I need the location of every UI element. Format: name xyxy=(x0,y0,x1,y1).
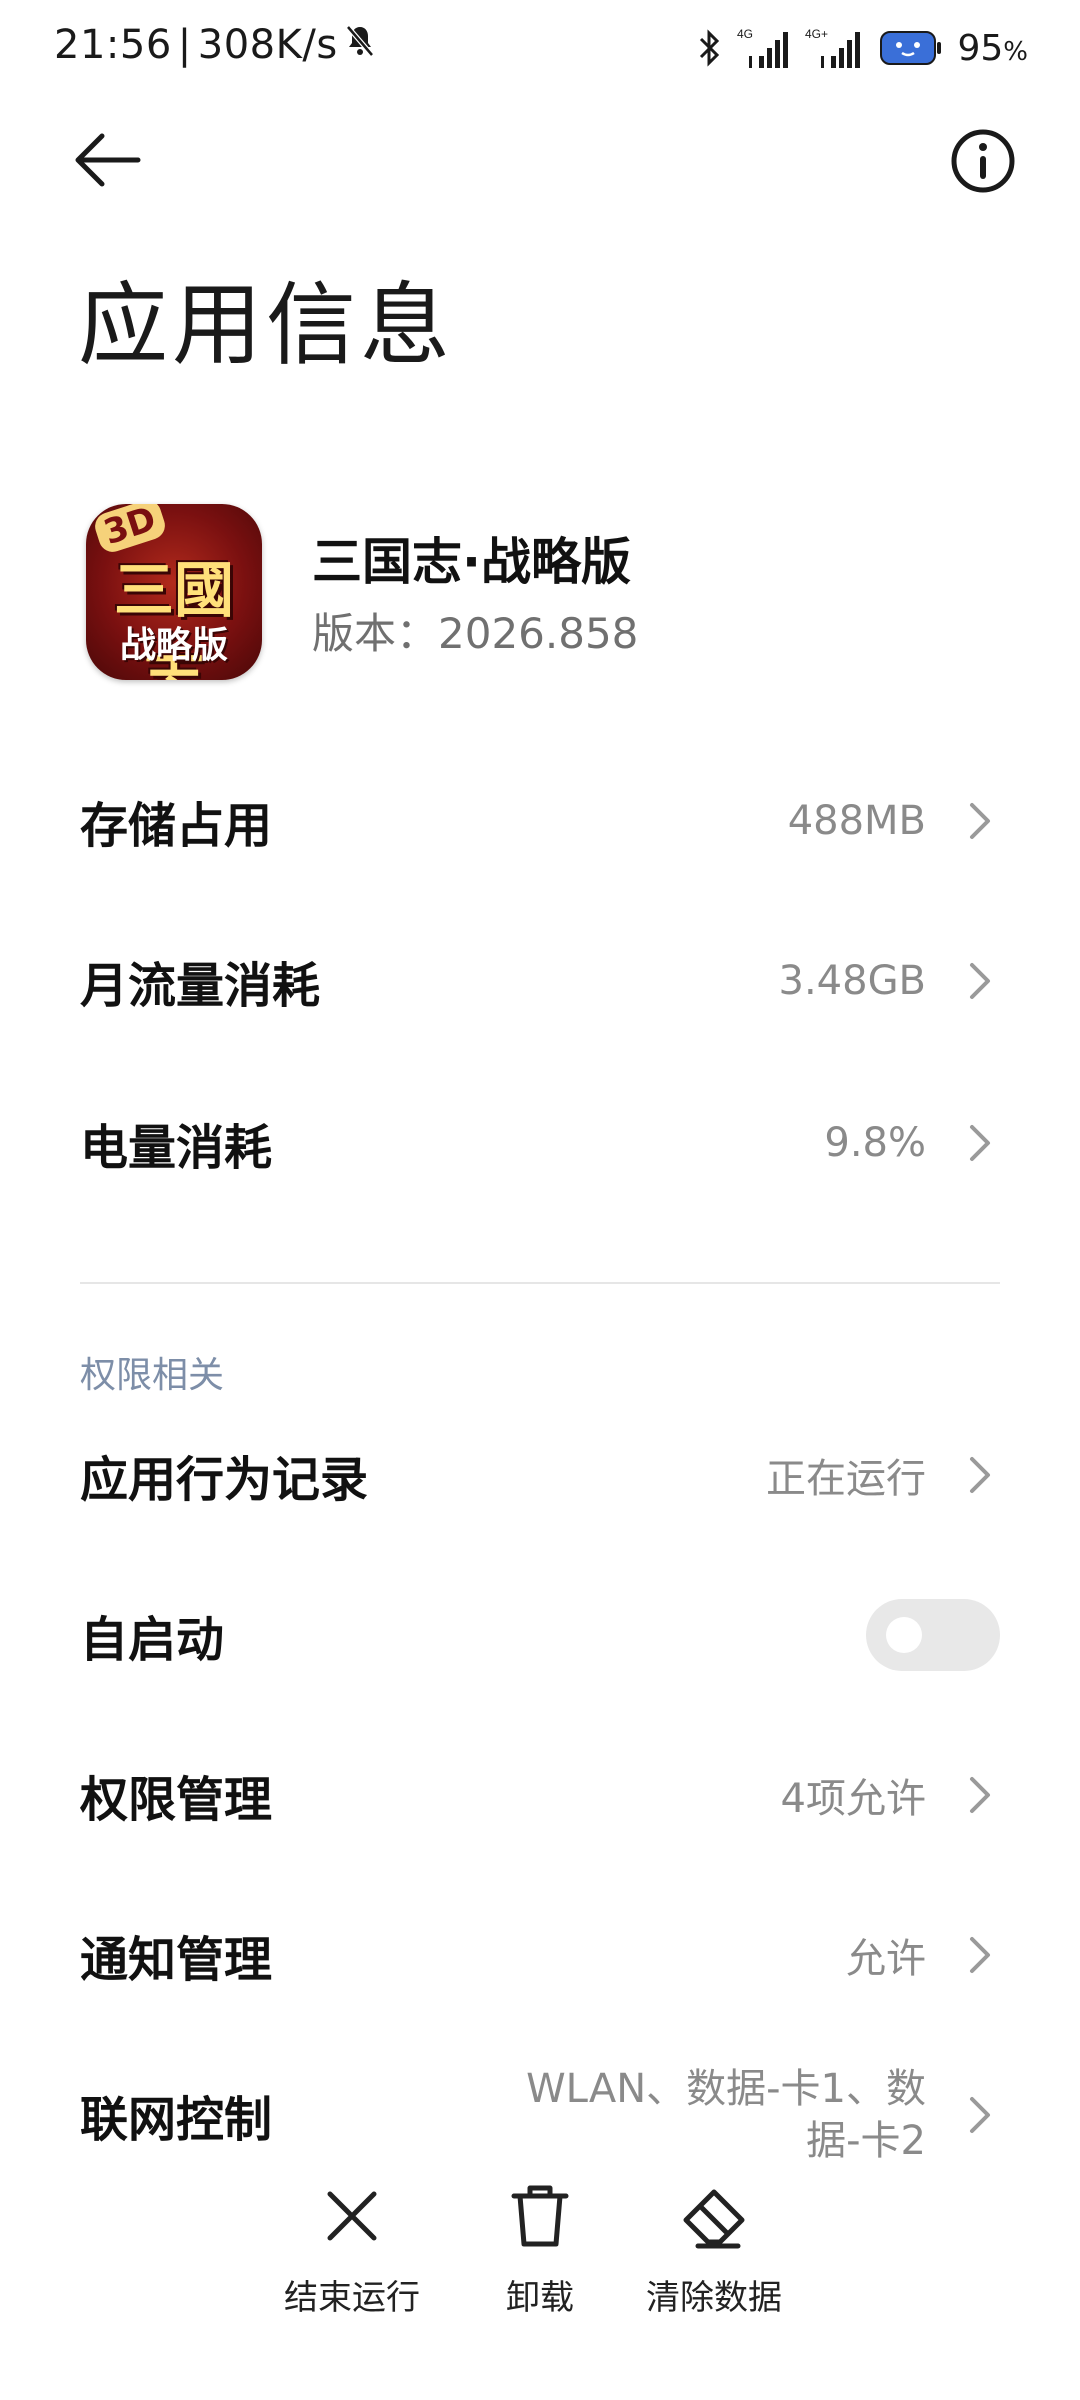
autostart-row: 自启动 xyxy=(0,1560,1080,1710)
autostart-toggle[interactable] xyxy=(866,1599,1000,1671)
battery-percent-value: 95 xyxy=(957,27,1004,69)
monthly-traffic-row[interactable]: 月流量消耗 3.48GB xyxy=(0,906,1080,1056)
uninstall-button[interactable]: 卸载 xyxy=(450,2180,630,2319)
chevron-right-icon xyxy=(960,1119,1000,1167)
permission-management-row[interactable]: 权限管理 4项允许 xyxy=(0,1720,1080,1870)
battery-usage-value: 9.8% xyxy=(824,1120,926,1166)
chevron-right-icon xyxy=(960,1931,1000,1979)
app-behavior-label: 应用行为记录 xyxy=(80,1452,369,1508)
status-net-speed: 308K/s xyxy=(197,22,338,68)
network-control-label: 联网控制 xyxy=(80,2092,273,2148)
notification-management-value: 允许 xyxy=(846,1936,926,1982)
status-right: 4G 4G+ 95% xyxy=(695,26,1028,70)
storage-value: 488MB xyxy=(787,798,926,844)
storage-row[interactable]: 存储占用 488MB xyxy=(0,746,1080,896)
monthly-traffic-value: 3.48GB xyxy=(778,958,927,1004)
monthly-traffic-label: 月流量消耗 xyxy=(80,958,321,1014)
permission-management-value: 4项允许 xyxy=(780,1776,926,1822)
info-icon[interactable] xyxy=(948,126,1018,196)
stop-label: 结束运行 xyxy=(284,2278,420,2318)
permissions-section-header: 权限相关 xyxy=(80,1355,225,1396)
app-behavior-value: 正在运行 xyxy=(766,1456,926,1502)
toggle-knob xyxy=(886,1617,922,1653)
app-version: 版本：2026.858 xyxy=(312,609,639,658)
chevron-right-icon xyxy=(960,957,1000,1005)
app-name: 三国志·战略版 xyxy=(312,533,631,591)
chevron-right-icon xyxy=(960,797,1000,845)
status-time: 21:56 xyxy=(54,22,172,68)
close-x-icon xyxy=(316,2180,388,2252)
chevron-right-icon xyxy=(960,1451,1000,1499)
clear-data-button[interactable]: 清除数据 xyxy=(624,2180,804,2319)
section-divider xyxy=(80,1282,1000,1284)
app-icon-subtitle: 战略版 xyxy=(119,625,228,666)
chevron-right-icon xyxy=(960,2091,1000,2139)
battery-icon xyxy=(879,28,943,68)
chevron-right-icon xyxy=(960,1771,1000,1819)
cell-signal-1-icon: 4G xyxy=(737,26,791,70)
uninstall-label: 卸载 xyxy=(506,2278,574,2318)
bottom-action-bar: 结束运行 卸载 清除数据 xyxy=(0,2180,1080,2340)
status-left: 21:56 | 308K/s xyxy=(54,22,376,68)
notification-management-label: 通知管理 xyxy=(80,1932,273,1988)
stop-button[interactable]: 结束运行 xyxy=(262,2180,442,2319)
page-title: 应用信息 xyxy=(78,273,454,378)
permission-management-label: 权限管理 xyxy=(80,1772,273,1828)
battery-usage-row[interactable]: 电量消耗 9.8% xyxy=(0,1068,1080,1218)
mute-bell-icon xyxy=(344,22,376,68)
signal2-label: 4G+ xyxy=(805,27,828,41)
battery-percent-unit: % xyxy=(1003,36,1028,67)
network-control-row[interactable]: 联网控制 WLAN、数据-卡1、数据-卡2 xyxy=(0,2040,1080,2190)
signal1-label: 4G xyxy=(737,27,753,41)
trash-icon xyxy=(504,2180,576,2252)
battery-usage-label: 电量消耗 xyxy=(80,1120,273,1176)
storage-label: 存储占用 xyxy=(80,798,273,854)
eraser-icon xyxy=(678,2180,750,2252)
app-icon: 3D 三國志 战略版 xyxy=(86,504,262,680)
clear-data-label: 清除数据 xyxy=(646,2278,782,2318)
notification-management-row[interactable]: 通知管理 允许 xyxy=(0,1880,1080,2030)
status-bar: 21:56 | 308K/s 4G 4G+ 95% xyxy=(0,0,1080,100)
status-separator: | xyxy=(177,22,192,68)
bluetooth-icon xyxy=(695,28,723,68)
network-control-value: WLAN、数据-卡1、数据-卡2 xyxy=(526,2066,926,2164)
app-info-page: 21:56 | 308K/s 4G 4G+ 95% 应用信息 3D 三國志 战略… xyxy=(0,0,1080,2400)
app-behavior-row[interactable]: 应用行为记录 正在运行 xyxy=(0,1400,1080,1550)
cell-signal-2-icon: 4G+ xyxy=(805,26,865,70)
back-arrow-icon[interactable] xyxy=(72,128,144,192)
autostart-label: 自启动 xyxy=(80,1612,225,1668)
battery-percent: 95% xyxy=(957,28,1028,69)
